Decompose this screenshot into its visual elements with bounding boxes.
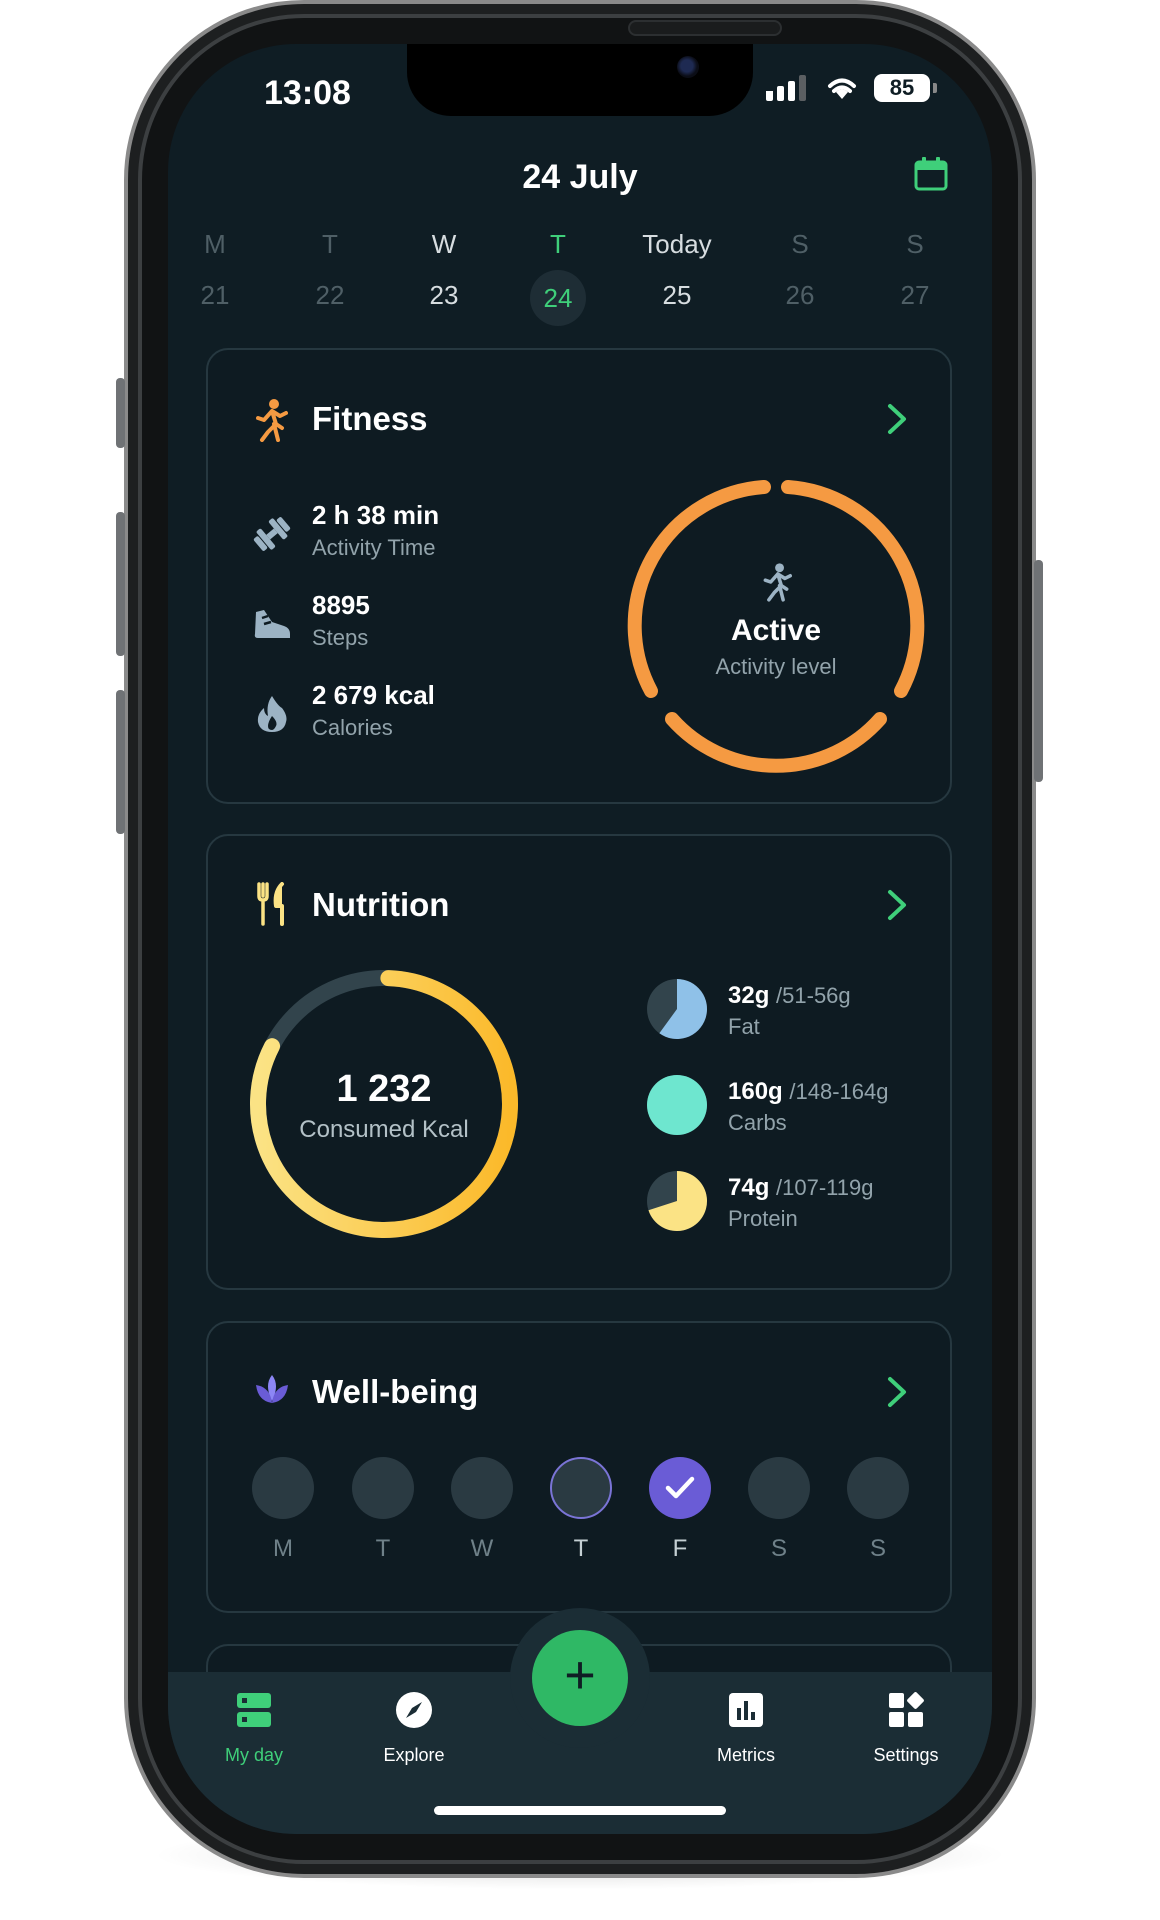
- battery-indicator: 85: [874, 74, 937, 102]
- protein-macro: 74g /107-119g Protein: [728, 1174, 874, 1231]
- compass-icon: [396, 1692, 432, 1728]
- lotus-icon: [256, 1375, 288, 1403]
- week-day-today[interactable]: Today 25: [627, 224, 727, 320]
- fitness-title: Fitness: [312, 400, 428, 437]
- fitness-chevron-icon[interactable]: [886, 402, 908, 436]
- week-day[interactable]: S 27: [865, 224, 965, 320]
- check-icon: [665, 1476, 695, 1499]
- mood-day-today[interactable]: T: [550, 1457, 612, 1563]
- nutrition-card[interactable]: Nutrition 1 232 Consumed Kcal 32g /51-56…: [206, 834, 952, 1290]
- my-day-icon: [237, 1693, 271, 1727]
- notch: [407, 44, 753, 116]
- add-button[interactable]: +: [532, 1630, 628, 1726]
- dumbbell-icon: [253, 517, 291, 551]
- calories-stat: 2 679 kcal Calories: [312, 680, 435, 740]
- pie-slice: [647, 1075, 707, 1135]
- nutrition-chevron-icon[interactable]: [886, 888, 908, 922]
- speaker-grille: [628, 20, 782, 36]
- wellbeing-title: Well-being: [312, 1373, 479, 1410]
- runner-icon: [256, 399, 288, 442]
- power-button: [1034, 560, 1043, 782]
- cutlery-icon: [257, 882, 284, 926]
- calendar-icon[interactable]: [913, 156, 949, 192]
- mood-circle: [352, 1457, 414, 1519]
- activity-ring-label: Activity level: [715, 654, 837, 679]
- wellbeing-card[interactable]: Well-being M T W T F S S: [206, 1321, 952, 1613]
- camera-icon: [677, 56, 699, 78]
- page-title: 24 July: [522, 158, 638, 196]
- runner-small-icon: [763, 563, 792, 602]
- mood-day-checked[interactable]: F: [649, 1457, 711, 1563]
- status-time: 13:08: [264, 74, 351, 112]
- carbs-pie-icon: [647, 1075, 707, 1135]
- signal-icon: [766, 75, 806, 101]
- carbs-macro: 160g /148-164g Carbs: [728, 1078, 889, 1135]
- consumed-kcal-label: Consumed Kcal: [299, 1116, 469, 1143]
- widgets-icon: [889, 1692, 924, 1727]
- mute-switch: [116, 378, 125, 448]
- steps-stat: 8895 Steps: [312, 590, 370, 650]
- week-day[interactable]: S 26: [750, 224, 850, 320]
- mood-day[interactable]: T: [352, 1457, 414, 1563]
- shoe-icon: [254, 610, 290, 638]
- mood-circle-checked: [649, 1457, 711, 1519]
- app-screen: 13:08 85 24 July M 21 T 22 W 23 T 24 Today 25…: [168, 44, 992, 1834]
- volume-down-button: [116, 690, 125, 834]
- fat-pie-icon: [647, 979, 707, 1039]
- mood-day[interactable]: M: [252, 1457, 314, 1563]
- mood-circle: [451, 1457, 513, 1519]
- week-day[interactable]: M 21: [168, 224, 265, 320]
- status-icons: 85: [766, 74, 937, 102]
- nutrition-title: Nutrition: [312, 886, 450, 923]
- week-day[interactable]: W 23: [394, 224, 494, 320]
- wellbeing-chevron-icon[interactable]: [886, 1375, 908, 1409]
- mood-day[interactable]: W: [451, 1457, 513, 1563]
- mood-day[interactable]: S: [847, 1457, 909, 1563]
- mood-circle-outlined: [550, 1457, 612, 1519]
- fat-macro: 32g /51-56g Fat: [728, 982, 851, 1039]
- flame-icon: [257, 696, 287, 732]
- tab-explore[interactable]: Explore: [354, 1690, 474, 1766]
- activity-ring-title: Active: [730, 614, 822, 647]
- bar-chart-icon: [729, 1693, 763, 1727]
- mood-circle: [252, 1457, 314, 1519]
- mood-circle: [847, 1457, 909, 1519]
- fitness-card[interactable]: Fitness 2 h 38 min Activity Time 8895 St…: [206, 348, 952, 804]
- week-day-selected[interactable]: T 24: [508, 224, 608, 326]
- protein-pie-icon: [647, 1171, 707, 1231]
- mood-day[interactable]: S: [748, 1457, 810, 1563]
- consumed-kcal-value: 1 232: [336, 1068, 432, 1110]
- tab-settings[interactable]: Settings: [846, 1690, 966, 1766]
- week-day[interactable]: T 22: [280, 224, 380, 320]
- tab-my-day[interactable]: My day: [194, 1690, 314, 1766]
- mood-circle: [748, 1457, 810, 1519]
- activity-time-stat: 2 h 38 min Activity Time: [312, 500, 440, 560]
- volume-up-button: [116, 512, 125, 656]
- wifi-icon: [828, 78, 856, 99]
- home-indicator[interactable]: [434, 1806, 726, 1815]
- tab-metrics[interactable]: Metrics: [686, 1690, 806, 1766]
- week-strip: M 21 T 22 W 23 T 24 Today 25 S 26 S 27: [168, 224, 992, 344]
